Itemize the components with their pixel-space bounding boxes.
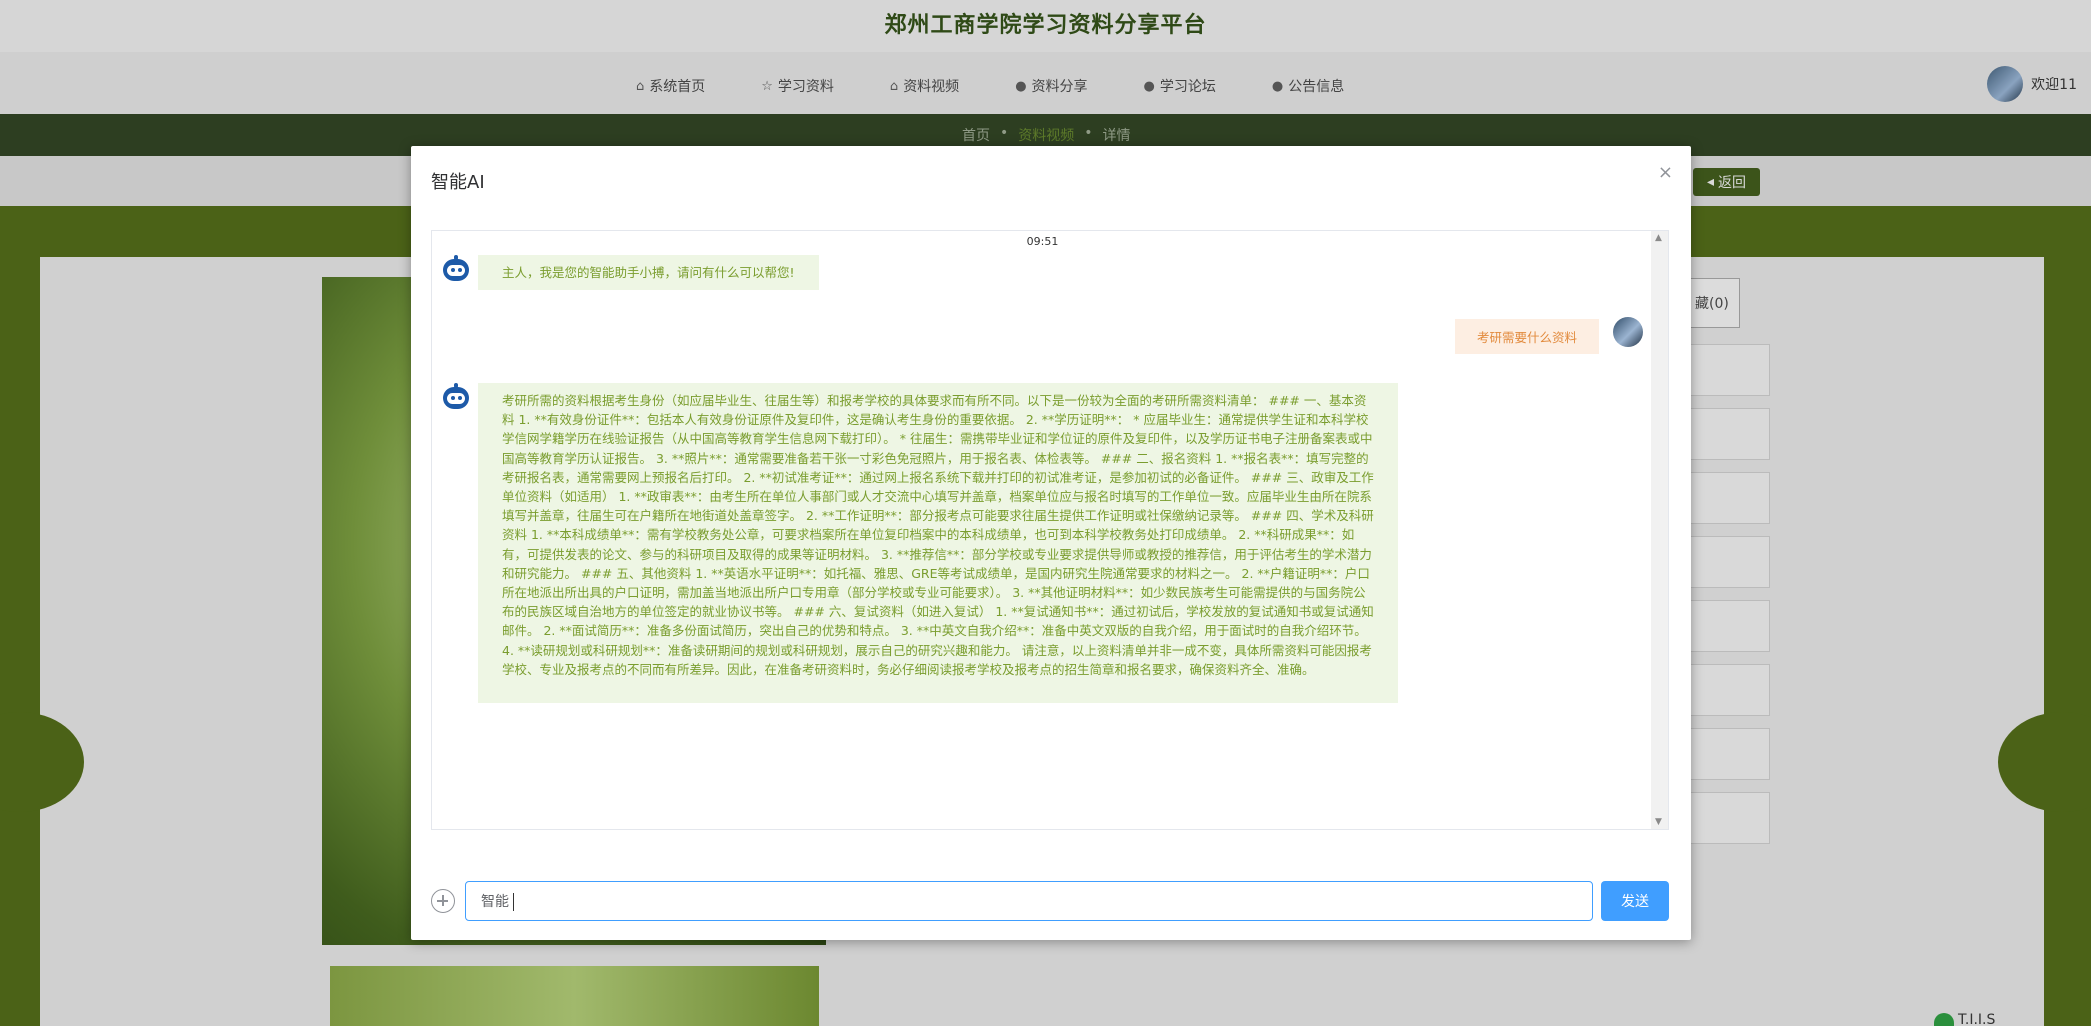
nav-item-materials[interactable]: ☆ 学习资料 — [761, 76, 834, 96]
nav-item-label: 学习论坛 — [1159, 79, 1216, 95]
breadcrumb-section[interactable]: 资料视频 — [1018, 125, 1074, 145]
nav-items: ⌂ 系统首页 ☆ 学习资料 ⌂ 资料视频 ● 资料分享 ● 学习论坛 ● 公告信… — [636, 76, 1400, 96]
dialog-title: 智能AI — [431, 172, 485, 193]
add-attachment-icon[interactable] — [431, 889, 455, 913]
side-action-box[interactable] — [1690, 792, 1770, 844]
chat-input-row: 发送 — [431, 881, 1669, 921]
back-label: 返回 — [1718, 175, 1747, 191]
nav-item-forum[interactable]: ● 学习论坛 — [1144, 76, 1216, 96]
scroll-up-icon[interactable]: ▲ — [1655, 233, 1662, 243]
site-title: 郑州工商学院学习资料分享平台 — [884, 13, 1207, 38]
brand-logo-icon — [1934, 1013, 1954, 1026]
message-timestamp: 09:51 — [1026, 235, 1059, 248]
breadcrumb-current: 详情 — [1102, 128, 1131, 144]
side-action-box[interactable] — [1690, 472, 1770, 524]
question-icon: ● — [1143, 78, 1155, 94]
back-button[interactable]: ◂ 返回 — [1693, 168, 1760, 196]
chat-history[interactable]: 09:51 主人，我是您的智能助手小搏，请问有什么可以帮您! 考研需要什么资料 … — [431, 230, 1669, 830]
user-greeting: 欢迎11 — [2031, 77, 2077, 93]
nav-item-label: 学习资料 — [777, 79, 834, 95]
nav-item-notices[interactable]: ● 公告信息 — [1272, 76, 1344, 96]
nav-item-label: 系统首页 — [649, 79, 706, 95]
side-action-box[interactable] — [1690, 536, 1770, 588]
breadcrumb: 首页 • 资料视频 • 详情 — [962, 125, 1131, 145]
info-icon: ● — [1015, 78, 1027, 94]
breadcrumb-home[interactable]: 首页 — [962, 125, 990, 145]
avatar — [1987, 66, 2024, 102]
bot-avatar — [442, 383, 470, 411]
close-icon[interactable]: × — [1658, 164, 1673, 182]
user-avatar — [1613, 317, 1643, 347]
nav-item-label: 资料视频 — [903, 79, 960, 95]
chat-scrollbar[interactable]: ▲ ▼ — [1651, 231, 1668, 829]
side-action-box[interactable] — [1690, 600, 1770, 652]
nav-item-label: 资料分享 — [1031, 79, 1088, 95]
bot-message: 考研所需的资料根据考生身份（如应届毕业生、往届生等）和报考学校的具体要求而有所不… — [478, 383, 1398, 703]
nav-item-label: 公告信息 — [1288, 79, 1345, 95]
thumbnail-image — [330, 966, 819, 1026]
video-icon: ⌂ — [889, 78, 899, 94]
side-action-box[interactable] — [1690, 664, 1770, 716]
nav-item-home[interactable]: ⌂ 系统首页 — [636, 76, 705, 96]
nav-item-sharing[interactable]: ● 资料分享 — [1015, 76, 1087, 96]
side-action-box[interactable] — [1690, 344, 1770, 396]
user-message: 考研需要什么资料 — [1455, 319, 1600, 354]
caret-left-icon: ◂ — [1706, 174, 1715, 190]
favorites-label: 藏(0) — [1695, 296, 1729, 312]
ai-chat-dialog: 智能AI × 09:51 主人，我是您的智能助手小搏，请问有什么可以帮您! 考研… — [411, 146, 1691, 940]
bot-avatar — [442, 255, 470, 283]
star-icon: ☆ — [761, 78, 773, 94]
home-icon: ⌂ — [636, 78, 645, 94]
header-bar: 郑州工商学院学习资料分享平台 — [0, 0, 2091, 52]
breadcrumb-separator: • — [1084, 125, 1093, 141]
message-input[interactable] — [465, 881, 1593, 921]
breadcrumb-separator: • — [1000, 125, 1009, 141]
side-action-box[interactable] — [1690, 408, 1770, 460]
send-button[interactable]: 发送 — [1601, 881, 1669, 921]
info-icon: ● — [1271, 78, 1284, 94]
favorites-button[interactable]: 藏(0) — [1690, 278, 1740, 328]
user-menu[interactable]: 欢迎11 — [1987, 66, 2077, 102]
corner-brand: T.I.I.S — [1934, 1012, 1995, 1026]
text-cursor-icon — [513, 893, 514, 911]
nav-item-videos[interactable]: ⌂ 资料视频 — [890, 76, 959, 96]
side-action-box[interactable] — [1690, 728, 1770, 780]
corner-brand-text: T.I.I.S — [1958, 1012, 1996, 1026]
main-nav: ⌂ 系统首页 ☆ 学习资料 ⌂ 资料视频 ● 资料分享 ● 学习论坛 ● 公告信… — [0, 52, 2091, 114]
bot-message: 主人，我是您的智能助手小搏，请问有什么可以帮您! — [478, 255, 819, 291]
scroll-down-icon[interactable]: ▼ — [1655, 817, 1662, 827]
